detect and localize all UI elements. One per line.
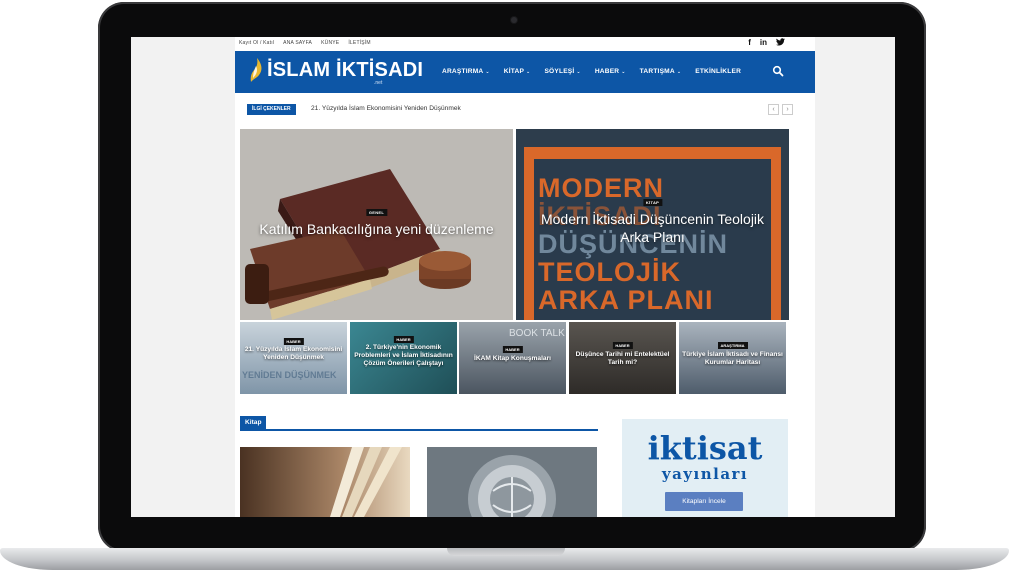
nav-item-tartisma[interactable]: TARTIŞMA ⌄ bbox=[640, 68, 682, 75]
category-badge: ARAŞTIRMA bbox=[717, 342, 748, 349]
search-icon[interactable] bbox=[772, 65, 784, 77]
nav-item-label: TARTIŞMA bbox=[639, 68, 675, 75]
nav-item-label: KİTAP bbox=[503, 68, 525, 75]
featured-post-2[interactable]: MODERN İKTİSADİ DÜŞÜNCENİN TEOLOJİK ARKA… bbox=[516, 129, 789, 320]
browse-books-button[interactable]: Kitapları İncele bbox=[665, 492, 743, 511]
ticker-arrows: ‹ › bbox=[768, 104, 793, 115]
top-bar: Kayıt Ol / Katıl ANA SAYFA KÜNYE İLETİŞİ… bbox=[235, 37, 815, 51]
post-tile-4[interactable]: HABER Düşünce Tarihi mi Entelektüel Tari… bbox=[569, 322, 676, 394]
camera-icon bbox=[511, 17, 517, 23]
twitter-icon[interactable] bbox=[776, 38, 785, 48]
chevron-down-icon: ⌄ bbox=[526, 69, 531, 75]
chevron-down-icon: ⌄ bbox=[485, 69, 490, 75]
iktisat-yayinlari-ad[interactable]: iktisat yayınları Kitapları İncele bbox=[622, 419, 788, 517]
kunye-link[interactable]: KÜNYE bbox=[321, 40, 339, 46]
facebook-icon[interactable]: f bbox=[748, 38, 751, 48]
post-tile-5[interactable]: ARAŞTIRMA Türkiye İslam İktisadı ve Fina… bbox=[679, 322, 786, 394]
tile-title[interactable]: Türkiye İslam İktisadı ve Finansı Kuruml… bbox=[682, 351, 783, 367]
website: Kayıt Ol / Katıl ANA SAYFA KÜNYE İLETİŞİ… bbox=[235, 37, 815, 517]
laptop-notch bbox=[447, 548, 565, 556]
featured-post-1[interactable]: GENEL Katılım Bankacılığına yeni düzenle… bbox=[240, 129, 513, 320]
category-badge: GENEL bbox=[365, 209, 388, 216]
featured-title[interactable]: Katılım Bankacılığına yeni düzenleme bbox=[240, 221, 513, 239]
poster-line: ARKA PLANI bbox=[538, 285, 714, 315]
linkedin-icon[interactable]: in bbox=[760, 38, 767, 48]
post-tile-2[interactable]: HABER 2. Türkiye'nin Ekonomik Problemler… bbox=[350, 322, 457, 394]
site-logo[interactable]: İSLAM İKTİSADI bbox=[247, 57, 423, 83]
post-tile-3[interactable]: BOOK TALK HABER İKAM Kitap Konuşmaları bbox=[459, 322, 566, 394]
post-tile-1[interactable]: YENİDEN DÜŞÜNMEK HABER 21. Yüzyılda İsla… bbox=[240, 322, 347, 394]
tile-bg-text: BOOK TALK bbox=[509, 328, 565, 339]
nav-item-label: HABER bbox=[594, 68, 620, 75]
category-badge: HABER bbox=[393, 336, 414, 343]
section-title[interactable]: Kitap bbox=[240, 416, 267, 430]
nav-item-etkinlikler[interactable]: ETKİNLİKLER bbox=[695, 68, 741, 75]
featured-title[interactable]: Modern İktisadi Düşüncenin Teolojik Arka… bbox=[516, 211, 789, 246]
chevron-down-icon: ⌄ bbox=[621, 69, 626, 75]
category-badge: HABER bbox=[502, 346, 523, 353]
tile-title[interactable]: Düşünce Tarihi mi Entelektüel Tarih mi? bbox=[572, 351, 673, 367]
chevron-down-icon: ⌄ bbox=[676, 69, 682, 75]
logo-text: İSLAM İKTİSADI bbox=[267, 58, 424, 81]
chevron-right-icon[interactable]: › bbox=[782, 104, 793, 115]
category-badge: KİTAP bbox=[642, 199, 663, 206]
section-header-kitap: Kitap bbox=[240, 416, 598, 431]
book-thumb-2[interactable] bbox=[427, 447, 597, 517]
laptop-screen: Kayıt Ol / Katıl ANA SAYFA KÜNYE İLETİŞİ… bbox=[131, 37, 895, 517]
top-links: Kayıt Ol / Katıl ANA SAYFA KÜNYE İLETİŞİ… bbox=[239, 40, 371, 46]
tile-bg-text: YENİDEN DÜŞÜNMEK bbox=[242, 370, 337, 380]
ad-brand-subtitle: yayınları bbox=[661, 465, 749, 483]
nav-item-kitap[interactable]: KİTAP ⌄ bbox=[504, 68, 531, 75]
category-badge: HABER bbox=[283, 338, 304, 345]
ticker-headline[interactable]: 21. Yüzyılda İslam Ekonomisini Yeniden D… bbox=[311, 105, 461, 112]
ad-brand-title: iktisat bbox=[647, 429, 763, 467]
nav-item-label: SÖYLEŞİ bbox=[544, 68, 575, 75]
login-link[interactable]: Kayıt Ol / Katıl bbox=[239, 40, 274, 46]
tile-title[interactable]: 2. Türkiye'nin Ekonomik Problemleri ve İ… bbox=[353, 344, 454, 368]
open-book-image bbox=[240, 447, 410, 517]
nav-item-label: ETKİNLİKLER bbox=[695, 68, 742, 75]
poster-line: TEOLOJİK bbox=[538, 257, 682, 287]
book-thumb-1[interactable] bbox=[240, 447, 410, 517]
tile-title[interactable]: 21. Yüzyılda İslam Ekonomisini Yeniden D… bbox=[243, 346, 344, 362]
tile-title[interactable]: İKAM Kitap Konuşmaları bbox=[462, 355, 563, 363]
nav-item-haber[interactable]: HABER ⌄ bbox=[595, 68, 626, 75]
chevron-left-icon[interactable]: ‹ bbox=[768, 104, 779, 115]
ticker-badge: İLGİ ÇEKENLER bbox=[247, 104, 296, 115]
nav-item-label: ARAŞTIRMA bbox=[442, 68, 484, 75]
site-header: İSLAM İKTİSADI .net ARAŞTIRMA ⌄ KİTAP ⌄ SÖ… bbox=[235, 51, 815, 93]
trending-ticker: İLGİ ÇEKENLER 21. Yüzyılda İslam Ekonomi… bbox=[235, 103, 815, 117]
section-divider bbox=[240, 429, 598, 431]
social-links: f in bbox=[748, 38, 785, 48]
logo-domain: .net bbox=[374, 80, 383, 86]
home-link[interactable]: ANA SAYFA bbox=[283, 40, 312, 46]
contact-link[interactable]: İLETİŞİM bbox=[348, 40, 370, 46]
chevron-down-icon: ⌄ bbox=[576, 69, 581, 75]
logo-flame-icon bbox=[250, 58, 262, 82]
category-badge: HABER bbox=[612, 342, 633, 349]
nav-item-arastirma[interactable]: ARAŞTIRMA ⌄ bbox=[442, 68, 490, 75]
main-nav: ARAŞTIRMA ⌄ KİTAP ⌄ SÖYLEŞİ ⌄ HABER ⌄ TARTIŞ… bbox=[442, 68, 741, 75]
nav-item-soylesi[interactable]: SÖYLEŞİ ⌄ bbox=[544, 68, 580, 75]
imf-seal-image bbox=[427, 447, 597, 517]
